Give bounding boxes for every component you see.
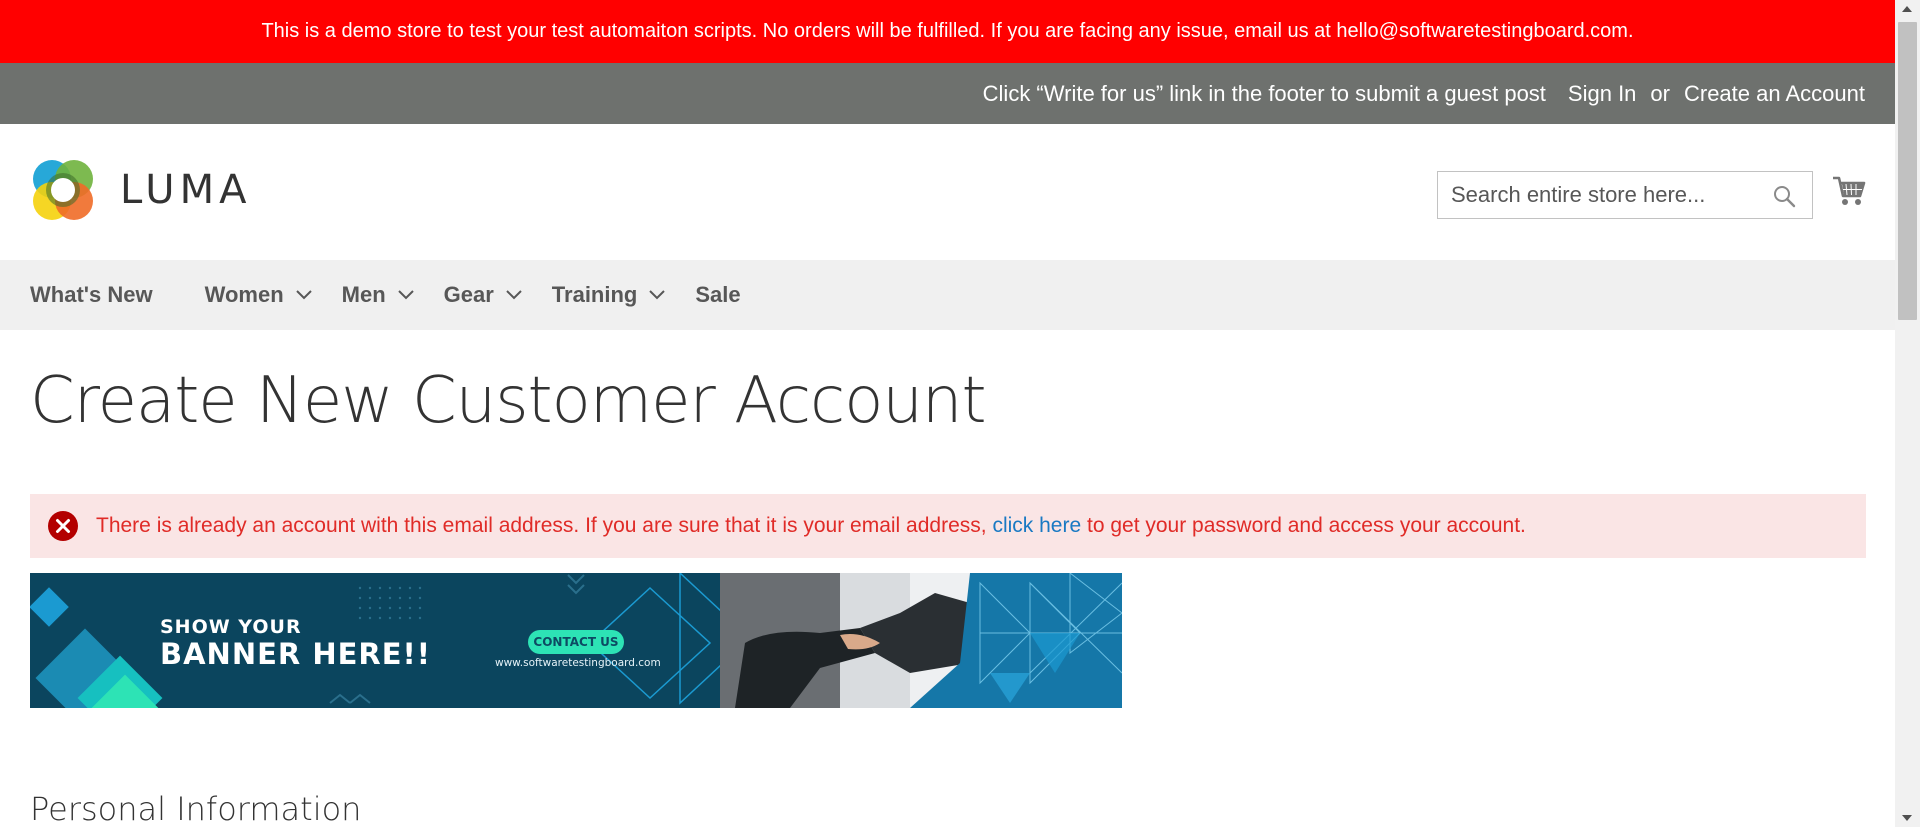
error-text-before: There is already an account with this em… — [96, 514, 987, 537]
nav-item-label: Training — [551, 282, 638, 307]
nav-item-gear[interactable]: Gear — [444, 282, 522, 308]
chevron-down-icon — [506, 290, 522, 300]
nav-item-training[interactable]: Training — [552, 282, 666, 308]
nav-item-sale[interactable]: Sale — [695, 282, 740, 308]
or-separator: or — [1650, 80, 1670, 106]
error-icon — [48, 511, 78, 541]
nav-item-label: Gear — [443, 282, 494, 307]
banner-line2: BANNER HERE!! — [160, 637, 431, 671]
nav-item-label: Sale — [695, 282, 741, 307]
nav-item-men[interactable]: Men — [342, 282, 414, 308]
banner-contact-button: CONTACT US — [533, 635, 619, 649]
error-text: There is already an account with this em… — [96, 514, 1526, 538]
cart-icon[interactable] — [1832, 174, 1866, 208]
search-input[interactable] — [1438, 173, 1758, 217]
error-message: There is already an account with this em… — [30, 494, 1866, 558]
error-text-after: to get your password and access your acc… — [1086, 514, 1526, 537]
banner-line1: SHOW YOUR — [160, 616, 302, 638]
page: This is a demo store to test your test a… — [0, 0, 1895, 827]
sign-in-link[interactable]: Sign In — [1568, 81, 1637, 107]
nav-item-women[interactable]: Women — [205, 282, 312, 308]
personal-information-heading: Personal Information — [30, 790, 362, 827]
chevron-down-icon — [295, 290, 312, 300]
welcome-message: Click “Write for us” link in the footer … — [982, 80, 1546, 106]
scroll-thumb[interactable] — [1898, 22, 1917, 320]
search-box — [1437, 171, 1813, 219]
create-account-link[interactable]: Create an Account — [1684, 81, 1865, 107]
header-panel: Click “Write for us” link in the footer … — [0, 63, 1895, 124]
logo-text: LUMA — [120, 167, 252, 213]
nav-item-label: What's New — [30, 282, 153, 307]
demo-notice-text: This is a demo store to test your test a… — [261, 20, 1634, 42]
nav-item-label: Men — [341, 282, 386, 307]
click-here-link[interactable]: click here — [992, 514, 1081, 537]
search-icon[interactable] — [1772, 184, 1796, 208]
promo-banner[interactable]: SHOW YOUR BANNER HERE!! CONTACT US www.s… — [30, 573, 1122, 708]
scroll-down-arrow-icon[interactable] — [1902, 815, 1912, 821]
header-content: LUMA — [0, 124, 1895, 260]
chevron-down-icon — [649, 290, 666, 300]
luma-logo-icon — [33, 160, 93, 220]
main-navigation: What's New Women Men Gear Training Sale — [0, 260, 1895, 330]
scroll-up-arrow-icon[interactable] — [1902, 6, 1912, 12]
page-title: Create New Customer Account — [30, 364, 987, 438]
chevron-down-icon — [397, 290, 414, 300]
logo[interactable]: LUMA — [30, 157, 251, 223]
nav-item-whats-new[interactable]: What's New — [30, 282, 153, 308]
demo-notice-bar: This is a demo store to test your test a… — [0, 0, 1895, 63]
nav-item-label: Women — [204, 282, 284, 307]
banner-url: www.softwaretestingboard.com — [495, 657, 661, 669]
page-scrollbar[interactable] — [1895, 0, 1920, 827]
